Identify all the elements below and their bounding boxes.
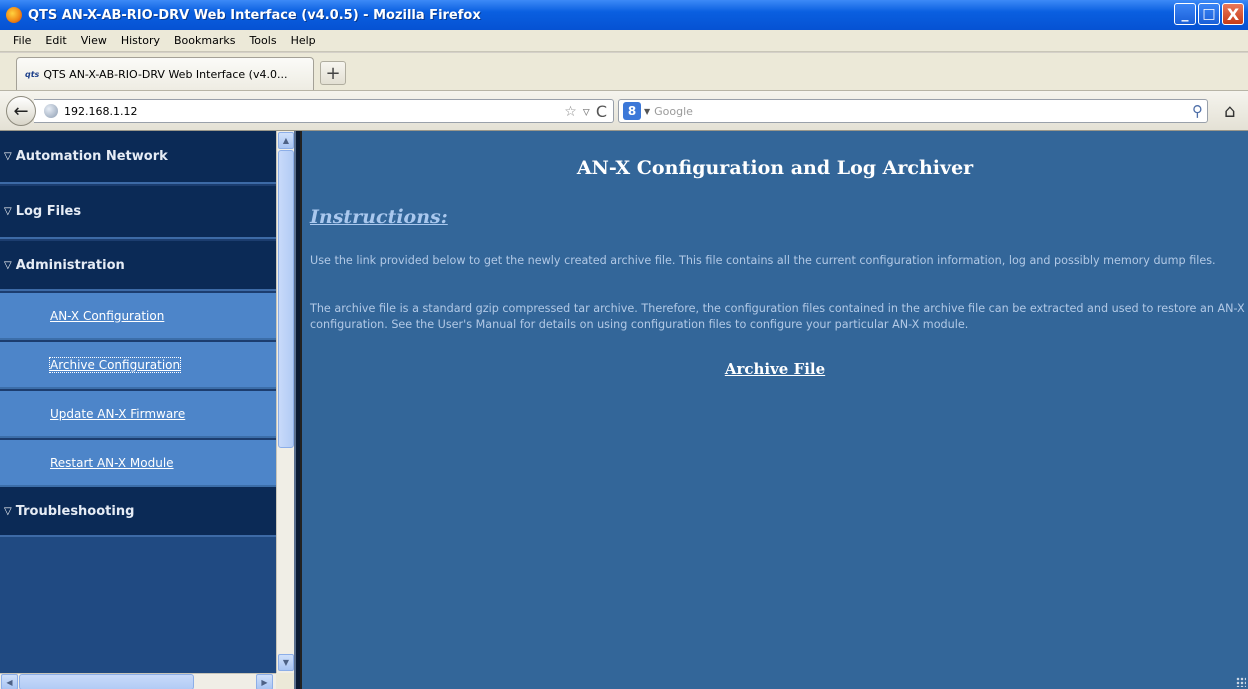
menu-edit[interactable]: Edit xyxy=(38,34,73,47)
firefox-logo-icon xyxy=(6,7,22,23)
search-icon[interactable]: ⚲ xyxy=(1192,102,1203,120)
frame-splitter[interactable] xyxy=(294,131,302,689)
url-tools: ☆ ▿ C xyxy=(564,102,607,121)
main-content: AN-X Configuration and Log Archiver Inst… xyxy=(302,131,1248,689)
minimize-button[interactable]: _ xyxy=(1174,3,1196,25)
scroll-up-arrow-icon[interactable]: ▲ xyxy=(278,132,294,149)
scroll-left-arrow-icon[interactable]: ◀ xyxy=(1,674,18,689)
sidebar-item-label[interactable]: Update AN-X Firmware xyxy=(50,407,185,421)
search-engine-icon[interactable]: 8 xyxy=(623,102,641,120)
sidebar-section-log-files[interactable]: ▽ Log Files xyxy=(0,186,276,239)
scroll-right-arrow-icon[interactable]: ▶ xyxy=(256,674,273,689)
maximize-button[interactable]: □ xyxy=(1198,3,1220,25)
menu-history[interactable]: History xyxy=(114,34,167,47)
menu-file[interactable]: File xyxy=(6,34,38,47)
sidebar-section-administration[interactable]: ▽ Administration xyxy=(0,241,276,291)
back-button[interactable]: ← xyxy=(6,96,36,126)
url-text[interactable]: 192.168.1.12 xyxy=(64,105,137,118)
window-title: QTS AN-X-AB-RIO-DRV Web Interface (v4.0.… xyxy=(28,7,481,23)
triangle-down-icon: ▽ xyxy=(4,151,12,162)
search-input[interactable]: Google xyxy=(654,105,693,118)
sidebar-item-restart-anx-module[interactable]: Restart AN-X Module xyxy=(0,440,276,487)
sidebar-item-archive-configuration[interactable]: Archive Configuration xyxy=(0,342,276,389)
menu-tools[interactable]: Tools xyxy=(242,34,283,47)
bookmark-star-icon[interactable]: ☆ xyxy=(564,104,577,120)
url-bar[interactable]: 192.168.1.12 ☆ ▿ C xyxy=(34,99,614,123)
sidebar-nav: ▽ Automation Network ▽ Log Files ▽ Admin… xyxy=(0,131,276,689)
triangle-down-icon: ▽ xyxy=(4,505,12,517)
reload-icon[interactable]: C xyxy=(596,102,607,121)
triangle-down-icon: ▽ xyxy=(4,259,12,271)
scrollbar-corner xyxy=(276,673,294,689)
resize-grip-icon[interactable] xyxy=(1236,677,1246,687)
home-icon[interactable]: ⌂ xyxy=(1224,101,1235,122)
sidebar-vertical-scrollbar[interactable]: ▲ ▼ xyxy=(276,131,294,673)
tab-strip: qts QTS AN-X-AB-RIO-DRV Web Interface (v… xyxy=(0,53,1248,90)
tab-label: QTS AN-X-AB-RIO-DRV Web Interface (v4.0.… xyxy=(43,67,288,81)
sidebar-item-label[interactable]: AN-X Configuration xyxy=(50,309,164,323)
tab-qts-web-interface[interactable]: qts QTS AN-X-AB-RIO-DRV Web Interface (v… xyxy=(16,57,314,90)
sidebar-section-troubleshooting[interactable]: ▽ Troubleshooting xyxy=(0,487,276,537)
qts-favicon-icon: qts xyxy=(25,69,40,79)
menu-bookmarks[interactable]: Bookmarks xyxy=(167,34,242,47)
archive-file-link[interactable]: Archive File xyxy=(302,360,1248,378)
sidebar-section-label: Administration xyxy=(15,257,125,273)
sidebar-section-label: Log Files xyxy=(15,204,82,219)
search-engine-dropdown-icon[interactable]: ▼ xyxy=(644,107,650,116)
new-tab-button[interactable]: + xyxy=(320,61,346,85)
history-dropdown-icon[interactable]: ▿ xyxy=(583,104,590,120)
page-title: AN-X Configuration and Log Archiver xyxy=(576,157,974,179)
sidebar-section-label: Automation Network xyxy=(15,149,168,164)
scrollbar-thumb[interactable] xyxy=(19,674,194,689)
globe-icon xyxy=(44,104,58,118)
sidebar-item-update-anx-firmware[interactable]: Update AN-X Firmware xyxy=(0,391,276,438)
sidebar-item-label[interactable]: Restart AN-X Module xyxy=(50,456,174,470)
window-controls: _ □ X xyxy=(1174,3,1244,25)
navigation-toolbar: 192.168.1.12 ☆ ▿ C ← 8 ▼ Google ⚲ ⌂ xyxy=(0,90,1248,131)
window-titlebar: QTS AN-X-AB-RIO-DRV Web Interface (v4.0.… xyxy=(0,0,1248,30)
instructions-paragraph-1: Use the link provided below to get the n… xyxy=(310,254,1216,267)
sidebar-item-label[interactable]: Archive Configuration xyxy=(48,356,182,373)
sidebar-item-anx-configuration[interactable]: AN-X Configuration xyxy=(0,293,276,340)
menu-help[interactable]: Help xyxy=(284,34,323,47)
sidebar-section-automation-network[interactable]: ▽ Automation Network xyxy=(0,131,276,184)
scroll-down-arrow-icon[interactable]: ▼ xyxy=(278,654,294,671)
sidebar-horizontal-scrollbar[interactable]: ◀ ▶ xyxy=(0,673,276,689)
triangle-down-icon: ▽ xyxy=(4,206,12,217)
menu-view[interactable]: View xyxy=(74,34,114,47)
sidebar-section-label: Troubleshooting xyxy=(15,503,135,519)
sidebar-empty-area xyxy=(0,537,276,689)
instructions-heading: Instructions: xyxy=(310,206,448,228)
instructions-paragraph-2: The archive file is a standard gzip comp… xyxy=(310,302,1245,331)
search-bar[interactable]: 8 ▼ Google ⚲ xyxy=(618,99,1208,123)
scrollbar-thumb[interactable] xyxy=(278,150,294,448)
close-button[interactable]: X xyxy=(1222,3,1244,25)
menu-bar: File Edit View History Bookmarks Tools H… xyxy=(0,30,1248,52)
